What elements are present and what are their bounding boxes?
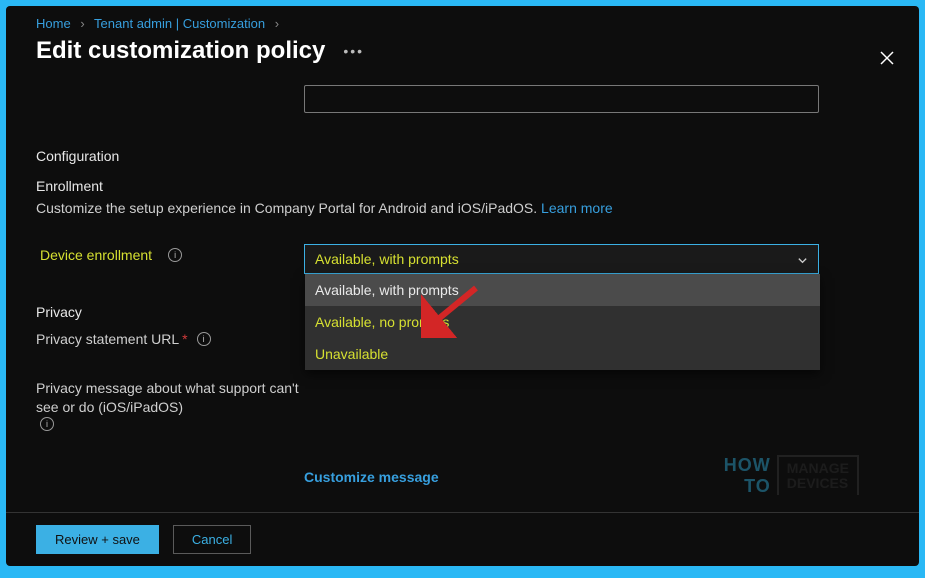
- info-icon[interactable]: i: [168, 248, 182, 262]
- chevron-right-icon: ›: [80, 16, 84, 31]
- device-enrollment-select[interactable]: Available, with prompts Available, with …: [304, 244, 819, 274]
- review-save-button[interactable]: Review + save: [36, 525, 159, 554]
- required-asterisk: *: [182, 330, 187, 349]
- dropdown-option[interactable]: Unavailable: [305, 338, 820, 370]
- cancel-button[interactable]: Cancel: [173, 525, 251, 554]
- chevron-right-icon: ›: [275, 16, 279, 31]
- device-enrollment-dropdown: Available, with prompts Available, no pr…: [305, 274, 820, 370]
- info-icon[interactable]: i: [197, 332, 211, 346]
- breadcrumb-tenant[interactable]: Tenant admin | Customization: [94, 16, 265, 31]
- chevron-down-icon: [797, 254, 808, 269]
- learn-more-link[interactable]: Learn more: [541, 200, 613, 216]
- customize-message-link[interactable]: Customize message: [304, 469, 819, 485]
- page-title: Edit customization policy: [36, 37, 325, 65]
- footer: Review + save Cancel: [6, 512, 919, 566]
- dropdown-option[interactable]: Available, no prompts: [305, 306, 820, 338]
- breadcrumb: Home › Tenant admin | Customization ›: [6, 6, 919, 31]
- privacy-url-label: Privacy statement URL: [36, 330, 179, 349]
- info-icon[interactable]: i: [40, 417, 54, 431]
- configuration-heading: Configuration: [36, 148, 889, 164]
- privacy-cant-see-label: Privacy message about what support can't…: [36, 379, 306, 417]
- enrollment-desc-text: Customize the setup experience in Compan…: [36, 200, 537, 216]
- enrollment-description: Customize the setup experience in Compan…: [36, 200, 889, 216]
- device-enrollment-label: Device enrollment: [36, 244, 156, 267]
- breadcrumb-home[interactable]: Home: [36, 16, 71, 31]
- more-icon[interactable]: •••: [343, 43, 364, 59]
- previous-field-outline[interactable]: [304, 85, 819, 113]
- select-value: Available, with prompts: [315, 251, 459, 267]
- dropdown-option[interactable]: Available, with prompts: [305, 274, 820, 306]
- enrollment-heading: Enrollment: [36, 178, 889, 194]
- close-icon[interactable]: [880, 51, 894, 68]
